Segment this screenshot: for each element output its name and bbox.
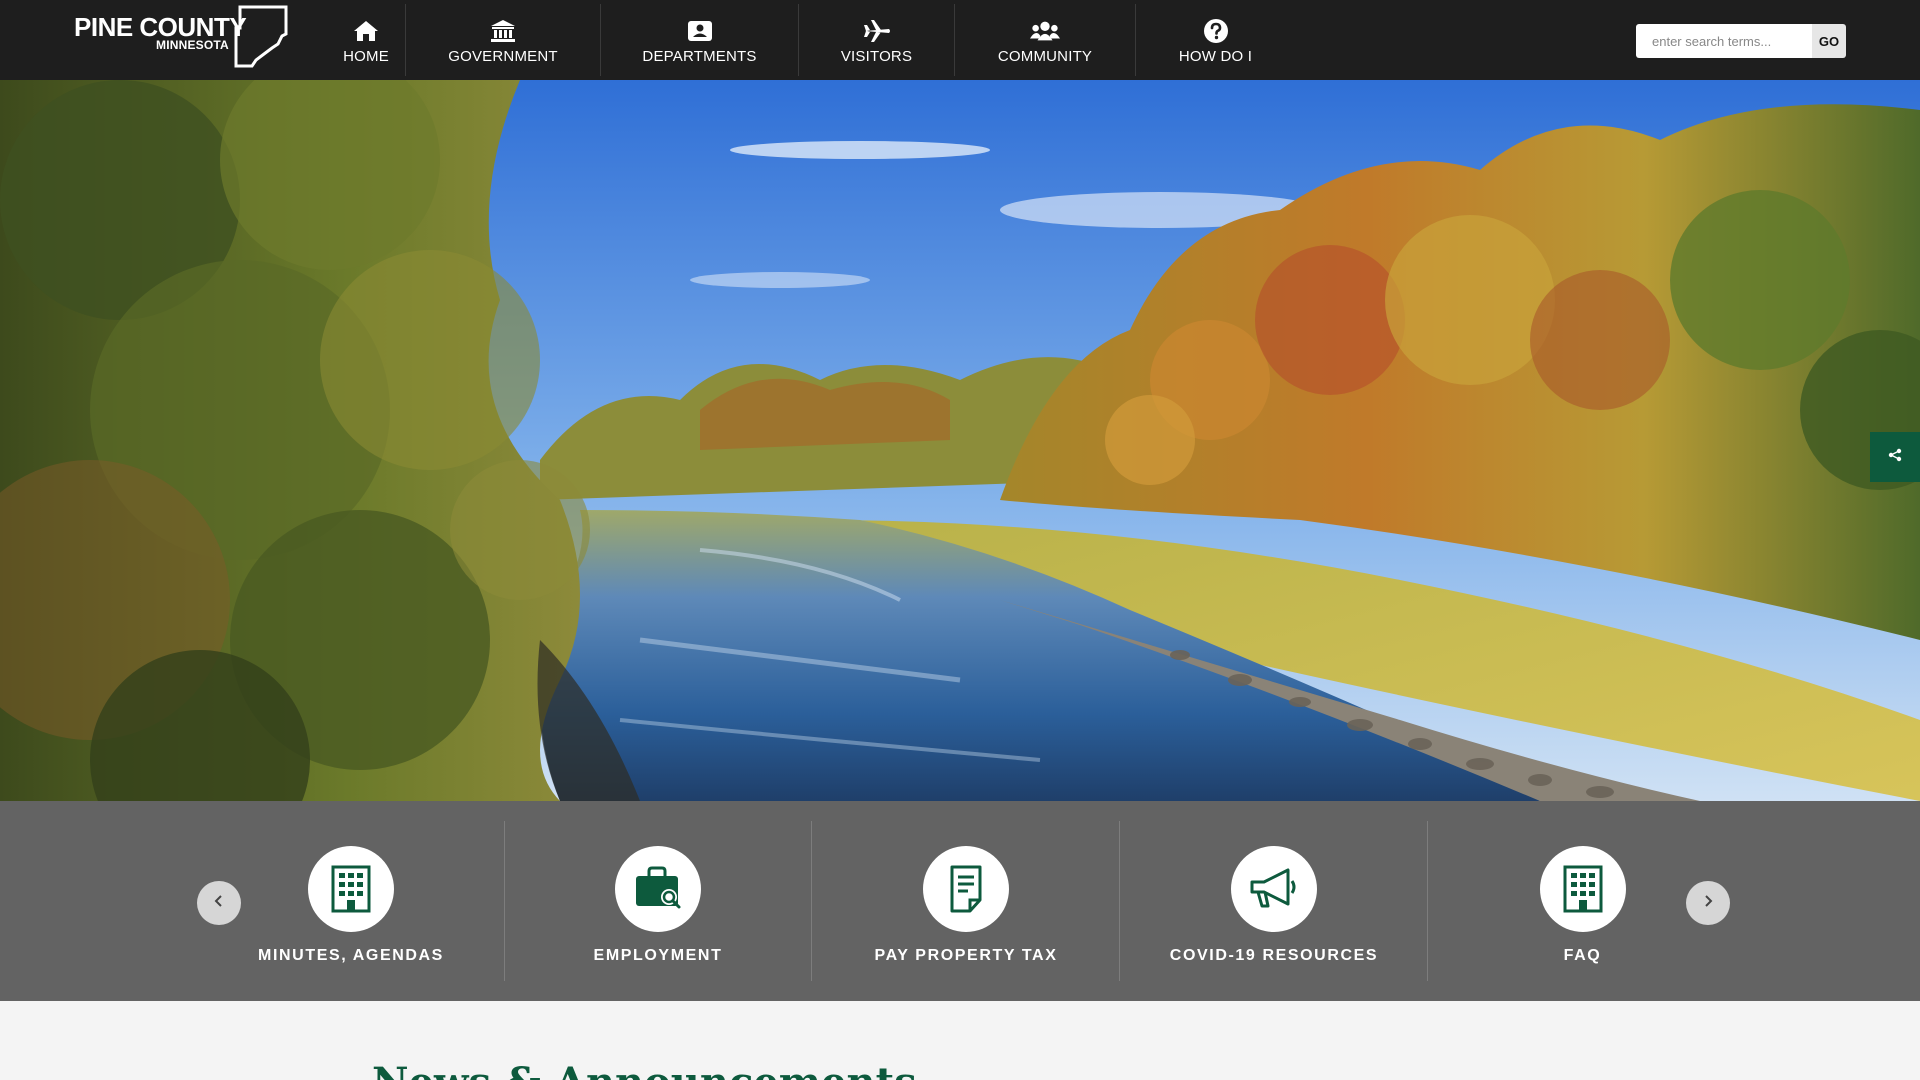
nav-government-label: GOVERNMENT (448, 48, 558, 65)
quick-link-minutes-agendas[interactable]: MINUTES, AGENDAS (198, 821, 505, 981)
pine-county-logo[interactable]: PINE COUNTY MINNESOTA (72, 4, 290, 68)
news-title: News & Announcements (372, 1059, 917, 1080)
quick-link-label: EMPLOYMENT (593, 947, 723, 964)
quick-link-label: PAY PROPERTY TAX (874, 947, 1058, 964)
search-input[interactable] (1636, 24, 1812, 58)
question-circle-icon (1201, 18, 1231, 44)
document-icon (923, 846, 1009, 932)
quick-link-employment[interactable]: EMPLOYMENT (505, 821, 812, 981)
nav-how-do-i[interactable]: HOW DO I (1135, 4, 1295, 76)
briefcase-search-icon (615, 846, 701, 932)
main-nav: HOME GOVERNMENT DEPARTMENTS VISITORS COM… (327, 4, 1295, 76)
nav-home-label: HOME (343, 48, 389, 65)
nav-community-label: COMMUNITY (997, 48, 1093, 65)
county-outline-icon (234, 5, 288, 68)
quick-link-label: COVID-19 RESOURCES (1169, 947, 1379, 964)
building-icon (1539, 846, 1626, 932)
people-group-icon (1030, 18, 1060, 44)
nav-how-do-i-label: HOW DO I (1178, 48, 1253, 65)
nav-community[interactable]: COMMUNITY (954, 4, 1135, 76)
quick-links-next-button[interactable] (1686, 881, 1730, 925)
quick-link-label: FAQ (1563, 947, 1602, 964)
site-header: PINE COUNTY MINNESOTA HOME GOVERNMENT DE… (0, 0, 1920, 80)
quick-link-label: MINUTES, AGENDAS (258, 947, 444, 964)
nav-government[interactable]: GOVERNMENT (405, 4, 600, 76)
river-landscape-image (0, 80, 1920, 801)
quick-links-bar: MINUTES, AGENDAS EMPLOYMENT PAY PROPERTY… (0, 801, 1920, 1001)
home-icon (351, 18, 381, 44)
logo-title: PINE COUNTY (74, 12, 247, 42)
search-go-button[interactable]: GO (1812, 24, 1846, 58)
megaphone-icon (1231, 846, 1317, 932)
nav-visitors-label: VISITORS (840, 48, 913, 65)
airplane-icon (862, 18, 892, 44)
nav-home[interactable]: HOME (327, 4, 405, 76)
share-button[interactable] (1870, 432, 1920, 482)
quick-link-covid-resources[interactable]: COVID-19 RESOURCES (1121, 821, 1428, 981)
capitol-building-icon (488, 18, 518, 44)
building-icon (308, 846, 394, 932)
logo-subtitle: MINNESOTA (156, 38, 229, 52)
nav-visitors[interactable]: VISITORS (798, 4, 954, 76)
quick-link-pay-property-tax[interactable]: PAY PROPERTY TAX (813, 821, 1120, 981)
chevron-right-icon (1702, 894, 1714, 913)
contact-card-icon (685, 18, 715, 44)
nav-departments-label: DEPARTMENTS (642, 48, 757, 65)
nav-departments[interactable]: DEPARTMENTS (600, 4, 798, 76)
site-search: GO (1636, 24, 1846, 58)
share-icon (1888, 448, 1902, 467)
hero-image (0, 80, 1920, 801)
news-section: News & Announcements (0, 1001, 1920, 1080)
